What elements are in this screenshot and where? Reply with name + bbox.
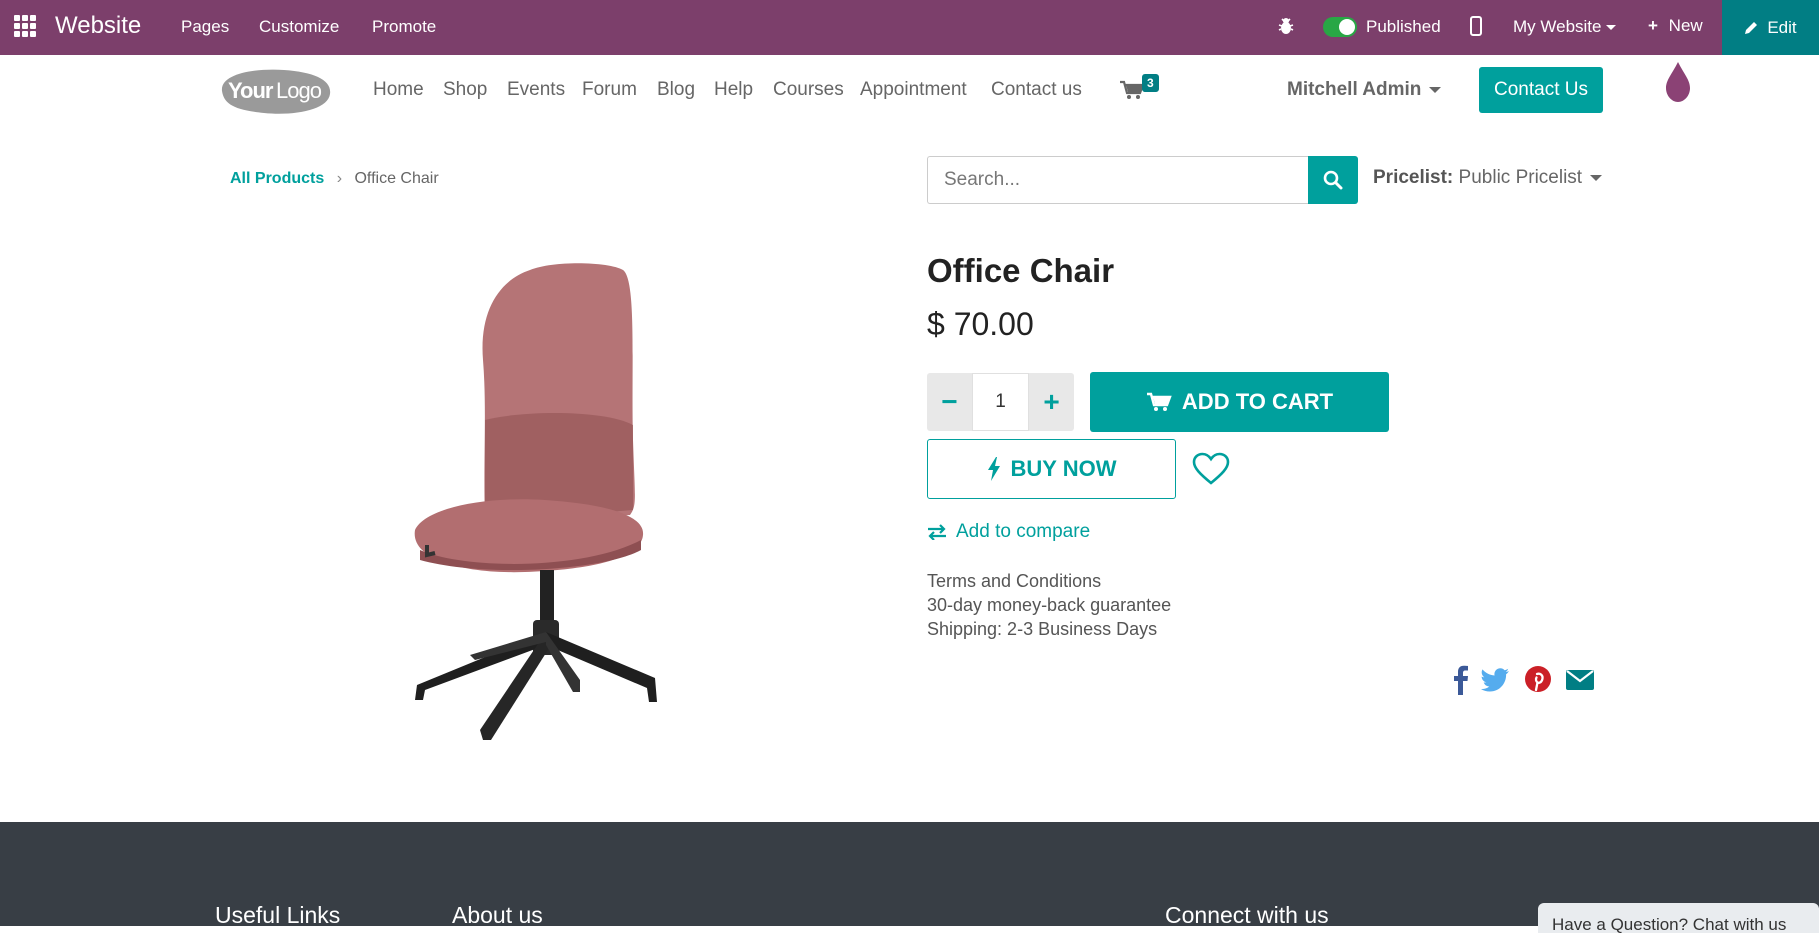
buy-now-label: BUY NOW <box>1010 456 1117 481</box>
site-logo[interactable]: Your Logo <box>214 66 332 116</box>
svg-text:Logo: Logo <box>276 78 322 103</box>
footer-connect-heading: Connect with us <box>1165 902 1329 928</box>
edit-button-label: Edit <box>1767 17 1797 37</box>
money-back-text: 30-day money-back guarantee <box>927 595 1172 615</box>
pencil-icon <box>1745 22 1758 34</box>
cart-icon <box>1146 392 1172 411</box>
footer-about-heading: About us <box>452 902 543 928</box>
quantity-input[interactable] <box>972 373 1029 431</box>
plus-icon: + <box>1043 386 1060 417</box>
pricelist-dropdown[interactable]: Pricelist: Public Pricelist <box>1373 167 1603 189</box>
quantity-decrease-button[interactable]: − <box>927 373 972 431</box>
menu-customize[interactable]: Customize <box>259 17 339 37</box>
product-price: $ 70.00 <box>927 306 1034 342</box>
menu-promote[interactable]: Promote <box>372 17 436 37</box>
published-toggle[interactable] <box>1323 17 1357 37</box>
user-menu[interactable]: Mitchell Admin <box>1287 79 1442 101</box>
email-icon[interactable] <box>1565 663 1595 695</box>
product-terms: Terms and Conditions 30-day money-back g… <box>927 569 1171 641</box>
nav-home[interactable]: Home <box>373 79 424 101</box>
chevron-down-icon <box>1429 86 1442 93</box>
nav-courses[interactable]: Courses <box>773 79 844 101</box>
theme-drop-icon[interactable] <box>1662 60 1694 104</box>
edit-button[interactable]: Edit <box>1722 0 1819 55</box>
pinterest-icon[interactable] <box>1523 663 1553 695</box>
bolt-icon <box>987 457 1000 481</box>
footer-useful-links-heading: Useful Links <box>215 902 341 928</box>
wishlist-heart-icon[interactable] <box>1192 452 1230 486</box>
minus-icon: − <box>941 386 958 417</box>
svg-text:Your: Your <box>228 78 274 103</box>
apps-menu-icon[interactable] <box>14 15 36 37</box>
compare-label: Add to compare <box>956 521 1091 542</box>
debug-bug-icon[interactable] <box>1277 16 1295 36</box>
breadcrumb-current: Office Chair <box>354 170 439 187</box>
plus-icon: + <box>1648 16 1658 35</box>
quantity-increase-button[interactable]: + <box>1029 373 1074 431</box>
new-button[interactable]: + New <box>1648 16 1703 36</box>
website-switcher[interactable]: My Website <box>1513 17 1616 37</box>
facebook-icon[interactable] <box>1446 663 1476 695</box>
nav-shop[interactable]: Shop <box>443 79 487 101</box>
published-label[interactable]: Published <box>1366 17 1441 37</box>
product-image[interactable] <box>405 260 705 750</box>
pricelist-value: Public Pricelist <box>1458 167 1583 188</box>
nav-help[interactable]: Help <box>714 79 753 101</box>
contact-us-button[interactable]: Contact Us <box>1479 67 1603 113</box>
app-brand[interactable]: Website <box>55 12 141 40</box>
pricelist-label: Pricelist: <box>1373 167 1454 188</box>
product-title: Office Chair <box>927 252 1115 289</box>
chevron-down-icon <box>1605 25 1616 31</box>
twitter-icon[interactable] <box>1481 663 1511 695</box>
shipping-text: Shipping: 2-3 Business Days <box>927 619 1158 639</box>
search-button[interactable] <box>1308 156 1358 204</box>
compare-arrows-icon <box>928 524 946 540</box>
admin-navbar: Website Pages Customize Promote Publishe… <box>0 0 1819 55</box>
add-to-cart-button[interactable]: ADD TO CART <box>1090 372 1389 432</box>
breadcrumb-all-products[interactable]: All Products <box>230 170 324 187</box>
nav-blog[interactable]: Blog <box>657 79 695 101</box>
website-switcher-label: My Website <box>1513 17 1602 36</box>
chevron-down-icon <box>1590 174 1603 181</box>
breadcrumb: All Products › Office Chair <box>230 170 439 188</box>
buy-now-button[interactable]: BUY NOW <box>927 439 1176 499</box>
new-button-label: New <box>1668 16 1703 35</box>
livechat-tab[interactable]: Have a Question? Chat with us <box>1538 903 1819 933</box>
nav-contact-us[interactable]: Contact us <box>991 79 1082 101</box>
add-to-cart-label: ADD TO CART <box>1181 389 1334 414</box>
user-name: Mitchell Admin <box>1287 79 1422 100</box>
menu-pages[interactable]: Pages <box>181 17 229 37</box>
nav-appointment[interactable]: Appointment <box>860 79 967 101</box>
mobile-preview-icon[interactable] <box>1470 16 1482 36</box>
cart-count-badge: 3 <box>1142 74 1159 92</box>
search-input[interactable] <box>927 156 1309 204</box>
terms-link[interactable]: Terms and Conditions <box>927 569 1171 593</box>
nav-events[interactable]: Events <box>507 79 565 101</box>
chevron-right-icon: › <box>336 170 343 187</box>
nav-forum[interactable]: Forum <box>582 79 637 101</box>
search-icon <box>1323 170 1343 190</box>
add-to-compare-link[interactable]: Add to compare <box>927 521 1090 543</box>
